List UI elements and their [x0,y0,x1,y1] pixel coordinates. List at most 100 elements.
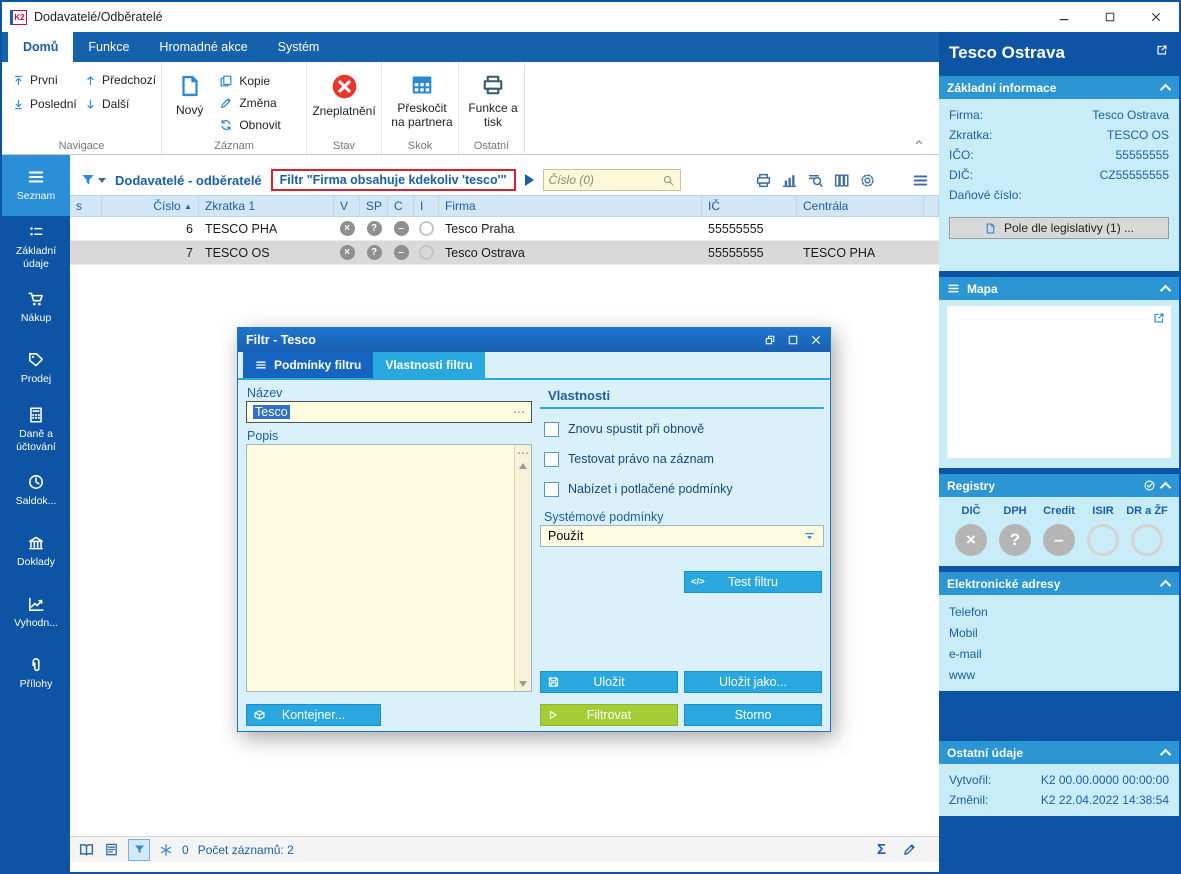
close-icon[interactable] [810,334,822,346]
sidebar-item-dane-uctovani[interactable]: Daně a účtování [2,399,70,460]
tab-vlastnosti-filtru[interactable]: Vlastnosti filtru [373,352,485,378]
legislation-fields-button[interactable]: Pole dle legislativy (1) ... [949,217,1169,239]
ellipsis-button[interactable]: ⋯ [513,406,525,418]
col-header-zkratka[interactable]: Zkratka 1 [199,196,334,216]
col-header-c[interactable]: C [388,196,414,216]
address-link-mobil[interactable]: Mobil [949,622,1169,643]
scroll-up-icon[interactable] [519,463,527,469]
address-link-email[interactable]: e-mail [949,643,1169,664]
systemove-podminky-select[interactable]: Použít [540,525,824,547]
checkbox-nabizet-podminky[interactable]: Nabízet i potlačené podmínky [544,480,824,498]
freeze-icon[interactable] [159,843,173,857]
section-header-registry[interactable]: Registry [939,474,1179,497]
gear-icon[interactable] [859,172,876,189]
ellipsis-button[interactable]: ⋯ [517,447,529,459]
menu-icon[interactable] [947,282,960,295]
scroll-down-icon[interactable] [519,681,527,687]
invalidate-button[interactable]: Zneplatnění [312,68,376,119]
filter-description-input[interactable]: ⋯ [246,444,532,692]
combo-arrow-icon[interactable] [803,530,816,543]
undock-icon[interactable] [764,334,776,346]
sum-icon[interactable]: Σ [877,841,886,858]
active-filter-badge[interactable]: Filtr "Firma obsahuje kdekoliv 'tesco'" [270,169,516,191]
tab-system[interactable]: Systém [263,32,335,62]
save-button[interactable]: Uložit [540,671,678,693]
refresh-button[interactable]: Obnovit [219,115,281,134]
col-header-ic[interactable]: IČ [702,196,797,216]
collapse-icon[interactable] [1159,284,1172,296]
sidebar-item-nakup[interactable]: Nákup [2,277,70,338]
col-header-sp[interactable]: SP [360,196,388,216]
sidebar-item-doklady[interactable]: Doklady [2,521,70,582]
checkbox-testovat-pravo[interactable]: Testovat právo na záznam [544,450,824,468]
apply-filter-button[interactable] [524,174,534,186]
col-header-firma[interactable]: Firma [439,196,702,216]
checkbox-icon[interactable] [544,421,559,437]
container-button[interactable]: Kontejner... [246,704,381,726]
filter-active-toggle[interactable] [128,838,150,861]
collapse-icon[interactable] [1159,481,1172,493]
tab-podminky-filtru[interactable]: Podmínky filtru [243,352,374,378]
sidebar-item-vyhodnoceni[interactable]: Vyhodn... [2,582,70,643]
maximize-icon[interactable] [787,334,799,346]
ribbon-collapse-button[interactable] [913,136,925,148]
filter-menu-button[interactable] [80,172,106,188]
print-icon[interactable] [755,172,772,189]
sidebar-item-zakladni-udaje[interactable]: Základní údaje [2,216,70,277]
maximize-button[interactable] [1087,2,1133,32]
functions-print-button[interactable]: Funkce a tisk [467,68,519,130]
tab-funkce[interactable]: Funkce [73,32,144,62]
registry-dash-icon[interactable]: – [1043,524,1075,556]
registry-question-icon[interactable]: ? [999,524,1031,556]
new-record-button[interactable]: Nový [170,68,209,134]
address-link-www[interactable]: www [949,664,1169,685]
book-icon[interactable] [78,841,95,858]
last-record-button[interactable]: Poslední [10,97,82,111]
address-link-telefon[interactable]: Telefon [949,601,1169,622]
sidebar-item-seznam[interactable]: Seznam [2,155,70,216]
previous-record-button[interactable]: Předchozí [82,73,158,87]
collapse-icon[interactable] [1159,579,1172,591]
map-placeholder[interactable] [947,306,1171,458]
description-scrollbar[interactable]: ⋯ [514,445,531,691]
col-header-s[interactable]: s [70,196,102,216]
checkbox-znovu-spustit[interactable]: Znovu spustit při obnově [544,420,824,438]
tab-hromadne-akce[interactable]: Hromadné akce [144,32,262,62]
col-header-cislo[interactable]: Číslo ▲ [102,196,199,216]
col-header-centrala[interactable]: Centrála [797,196,924,216]
tab-domu[interactable]: Domů [8,32,74,62]
col-header-i[interactable]: I [414,196,439,216]
col-header-v[interactable]: V [334,196,360,216]
menu-icon[interactable] [912,172,929,189]
save-as-button[interactable]: Uložit jako... [684,671,822,693]
columns-icon[interactable] [833,172,850,189]
sidebar-item-saldokonta[interactable]: Saldok... [2,460,70,521]
checkbox-icon[interactable] [544,451,559,467]
edit-record-button[interactable]: Změna [219,93,280,112]
close-button[interactable] [1133,2,1179,32]
minimize-button[interactable] [1041,2,1087,32]
checkbox-icon[interactable] [544,481,559,497]
first-record-button[interactable]: První [10,73,82,87]
section-header-ostatni[interactable]: Ostatní údaje [939,741,1179,764]
registry-empty-icon[interactable] [1087,524,1119,556]
section-header-mapa[interactable]: Mapa [939,277,1179,300]
section-header-adresy[interactable]: Elektronické adresy [939,572,1179,595]
sidebar-item-prilohy[interactable]: Přílohy [2,643,70,704]
card-icon[interactable] [104,842,119,857]
open-map-icon[interactable] [1152,311,1166,325]
copy-record-button[interactable]: Kopie [219,71,280,90]
search-input[interactable] [548,173,662,187]
collapse-icon[interactable] [1159,748,1172,760]
edit-pencil-icon[interactable] [902,842,917,857]
filter-name-input[interactable]: Tesco ⋯ [246,401,532,423]
chart-icon[interactable] [781,172,798,189]
sidebar-item-prodej[interactable]: Prodej [2,338,70,399]
next-record-button[interactable]: Další [82,97,158,111]
jump-to-partner-button[interactable]: Přeskočit na partnera [390,68,454,130]
open-external-icon[interactable] [1155,43,1169,57]
search-records-icon[interactable] [807,172,824,189]
description-text[interactable] [247,445,514,691]
section-header-zakladni[interactable]: Základní informace [939,76,1179,99]
cancel-button[interactable]: Storno [684,704,822,726]
